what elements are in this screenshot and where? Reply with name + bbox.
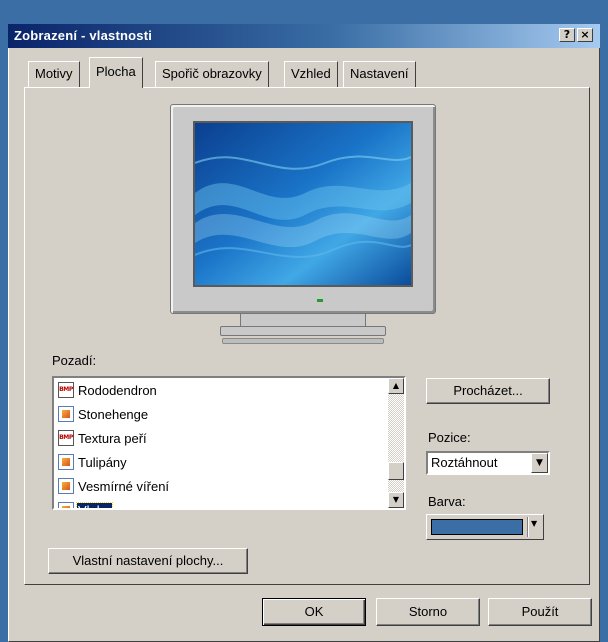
desktop-preview-monitor (170, 104, 436, 314)
color-swatch (431, 519, 523, 535)
position-selected-value: Roztáhnout (431, 455, 498, 470)
tab-plocha[interactable]: Plocha (89, 57, 143, 88)
title-bar[interactable]: Zobrazení - vlastnosti ? × (8, 24, 600, 48)
position-label: Pozice: (428, 430, 471, 445)
bmp-file-icon: BMP (58, 430, 74, 446)
list-item-label: Rododendron (78, 382, 157, 398)
bmp-file-icon: BMP (58, 382, 74, 398)
window-title: Zobrazení - vlastnosti (14, 28, 153, 43)
tab-sporic-obrazovky[interactable]: Spořič obrazovky (155, 61, 269, 87)
power-led-icon (317, 299, 323, 302)
chevron-down-icon: ▼ (531, 519, 538, 528)
scroll-thumb[interactable] (388, 462, 404, 480)
color-picker-button[interactable]: ▼ (426, 514, 544, 540)
tab-nastaveni[interactable]: Nastavení (343, 61, 416, 87)
color-picker-divider (527, 517, 528, 537)
list-item[interactable]: BMP Rododendron (54, 378, 388, 402)
browse-button[interactable]: Procházet... (426, 378, 550, 404)
background-list: BMP Rododendron Stonehenge BMP Textura peří T… (54, 378, 388, 508)
jpg-file-icon (58, 502, 74, 508)
list-item[interactable]: Tulipány (54, 450, 388, 474)
jpg-file-icon (58, 454, 74, 470)
background-label: Pozadí: (52, 353, 97, 368)
background-listbox[interactable]: BMP Rododendron Stonehenge BMP Textura peří T… (52, 376, 406, 510)
cancel-button[interactable]: Storno (376, 598, 480, 626)
list-item[interactable]: Vesmírné víření (54, 474, 388, 498)
monitor-base (220, 326, 386, 336)
background-list-scrollbar[interactable]: ▲ ▼ (388, 378, 404, 508)
scroll-up-arrow-icon[interactable]: ▲ (388, 378, 404, 394)
close-button[interactable]: × (577, 28, 593, 42)
wallpaper-preview-image (195, 123, 411, 285)
list-item-label: Textura peří (78, 430, 147, 446)
list-item[interactable]: BMP Textura peří (54, 426, 388, 450)
apply-button[interactable]: Použít (488, 598, 592, 626)
monitor-neck (240, 314, 366, 326)
tab-motivy[interactable]: Motivy (28, 61, 80, 87)
list-item-label: Vlnka (76, 501, 113, 508)
list-item-label: Vesmírné víření (78, 478, 170, 494)
jpg-file-icon (58, 406, 74, 422)
position-select[interactable]: Roztáhnout ▼ (426, 451, 550, 475)
ok-button[interactable]: OK (262, 598, 366, 626)
list-item[interactable]: Stonehenge (54, 402, 388, 426)
chevron-down-icon[interactable]: ▼ (531, 453, 548, 473)
help-button[interactable]: ? (559, 28, 575, 42)
customize-desktop-button[interactable]: Vlastní nastavení plochy... (48, 548, 248, 574)
scroll-down-arrow-icon[interactable]: ▼ (388, 492, 404, 508)
list-item-label: Stonehenge (78, 406, 149, 422)
monitor-foot (222, 338, 384, 344)
desktop-preview-screen (193, 121, 413, 287)
tab-vzhled[interactable]: Vzhled (284, 61, 338, 87)
jpg-file-icon (58, 478, 74, 494)
color-label: Barva: (428, 494, 466, 509)
list-item-label: Tulipány (78, 454, 127, 470)
list-item[interactable]: Vlnka (54, 498, 388, 508)
